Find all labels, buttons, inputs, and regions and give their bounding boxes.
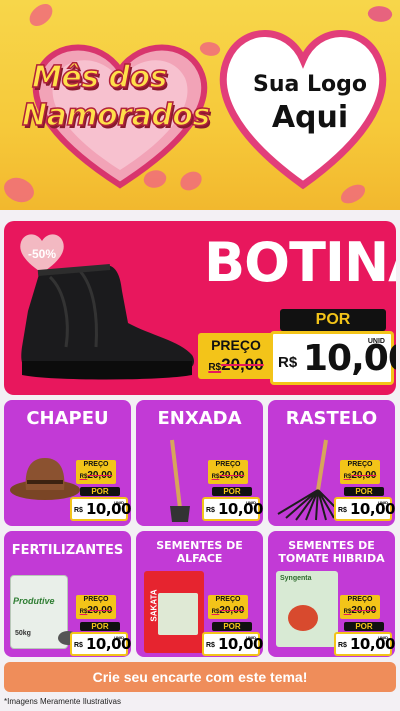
create-flyer-button[interactable]: Crie seu encarte com este tema!	[4, 662, 396, 692]
old-price-label: PREÇO	[83, 461, 109, 468]
hero-product-card[interactable]: -50% BOTINA PREÇO R$20,00 POR R$ 10,00 U…	[4, 221, 396, 395]
price-block: PREÇO R$20,00 POR R$ 10,00 UNID	[202, 595, 263, 657]
new-value: 10,00	[86, 635, 131, 653]
old-price-value: R$20,00	[340, 470, 380, 481]
old-price-label: PREÇO	[215, 461, 241, 468]
petal-decoration	[25, 0, 57, 30]
price-block: PREÇO R$20,00 POR R$ 10,00 UNID	[202, 460, 263, 522]
old-price-label: PREÇO	[211, 337, 261, 353]
unit-label: UNID	[367, 338, 385, 345]
product-title-line1: SEMENTES DE	[156, 539, 243, 552]
hero-title: BOTINA	[204, 231, 396, 294]
seed-packet-icon: Syngenta	[276, 571, 338, 647]
old-price-value: R$20,00	[76, 470, 116, 481]
logo-line2: Aqui	[271, 100, 349, 135]
new-price-box: R$ 10,00 UNID	[70, 632, 131, 656]
packet-brand: Syngenta	[280, 575, 312, 582]
new-currency: R$	[74, 642, 83, 649]
new-price-label: POR	[80, 622, 120, 631]
old-price-label: PREÇO	[215, 596, 241, 603]
old-value: 20,00	[87, 470, 113, 481]
old-price-value: R$20,00	[198, 355, 274, 375]
logo-line1: Sua Logo	[252, 72, 367, 97]
old-value: 20,00	[221, 355, 264, 374]
old-price-value: R$20,00	[76, 605, 116, 616]
header-banner: Mês dos Namorados Sua Logo Aqui	[0, 0, 400, 210]
product-card-alface[interactable]: SEMENTES DE ALFACE SAKATA PREÇO R$20,00 PO…	[136, 531, 263, 657]
hoe-icon	[170, 439, 190, 522]
bag-brand: Produtive	[13, 596, 55, 606]
new-currency: R$	[206, 642, 215, 649]
product-card-tomate[interactable]: SEMENTES DE TOMATE HIBRIDA Syngenta PREÇ…	[268, 531, 395, 657]
product-card-rastelo[interactable]: RASTELO PREÇO R$20,00 POR R$ 10,00 UNID	[268, 400, 395, 526]
product-title: FERTILIZANTES	[11, 543, 124, 558]
old-price-value: R$20,00	[340, 605, 380, 616]
packet-image	[158, 593, 198, 635]
new-price-box: R$ 10,00 UNID	[334, 497, 395, 521]
unit-label: UNID	[246, 500, 256, 505]
product-title-line2: ALFACE	[176, 552, 223, 565]
price-block: PREÇO R$20,00 POR R$ 10,00 UNID	[70, 595, 131, 657]
unit-label: UNID	[246, 635, 256, 640]
new-value: 10,00	[218, 500, 263, 518]
new-price-box: R$ 10,00 UNID	[70, 497, 131, 521]
new-currency: R$	[74, 507, 83, 514]
unit-label: UNID	[378, 500, 388, 505]
product-card-enxada[interactable]: ENXADA PREÇO R$20,00 POR R$ 10,00 UNID	[136, 400, 263, 526]
unit-label: UNID	[378, 635, 388, 640]
new-price-label: POR	[344, 622, 384, 631]
old-price-label: PREÇO	[83, 596, 109, 603]
new-price-box: R$ 10,00 UNID	[202, 632, 263, 656]
new-currency: R$	[206, 507, 215, 514]
new-value: 10,00	[350, 500, 395, 518]
new-price-label: POR	[280, 309, 386, 331]
new-price-box: R$ 10,00 UNID	[270, 331, 396, 385]
new-price-label: POR	[344, 487, 384, 496]
product-title-line2: TOMATE HIBRIDA	[278, 552, 385, 565]
header-title-line1: Mês dos	[31, 59, 168, 96]
old-value: 20,00	[351, 605, 377, 616]
new-currency: R$	[338, 507, 347, 514]
product-card-fertilizantes[interactable]: FERTILIZANTES Produtive 50kg PREÇO R$20,0…	[4, 531, 131, 657]
tomato-image	[288, 605, 318, 631]
new-value: 10,00	[86, 500, 131, 518]
new-price-label: POR	[80, 487, 120, 496]
new-price-box: R$ 10,00 UNID	[334, 632, 395, 656]
product-title: RASTELO	[285, 408, 378, 429]
price-block: PREÇO R$20,00 POR R$ 10,00 UNID	[334, 460, 395, 522]
new-value: 10,00	[350, 635, 395, 653]
product-title: ENXADA	[157, 408, 242, 429]
price-block: PREÇO R$20,00 POR R$ 10,00 UNID	[70, 460, 131, 522]
header-title-line2: Namorados	[21, 97, 211, 134]
old-price-value: R$20,00	[208, 470, 248, 481]
bag-weight: 50kg	[15, 630, 31, 637]
old-value: 20,00	[219, 605, 245, 616]
unit-label: UNID	[114, 500, 124, 505]
new-price-label: POR	[212, 622, 252, 631]
new-value: 10,00	[218, 635, 263, 653]
unit-label: UNID	[114, 635, 124, 640]
new-price-box: R$ 10,00 UNID	[202, 497, 263, 521]
old-currency: R$	[208, 362, 222, 373]
old-price-label: PREÇO	[347, 461, 373, 468]
old-value: 20,00	[219, 470, 245, 481]
seed-packet-icon: SAKATA	[144, 571, 204, 653]
old-value: 20,00	[87, 605, 113, 616]
new-price-label: POR	[212, 487, 252, 496]
new-currency: R$	[338, 642, 347, 649]
disclaimer-text: *Imagens Meramente Ilustrativas	[4, 697, 121, 706]
price-block: PREÇO R$20,00 POR R$ 10,00 UNID	[334, 595, 395, 657]
product-card-chapeu[interactable]: CHAPEU PREÇO R$20,00 POR R$ 10,00 UNID	[4, 400, 131, 526]
boot-icon	[21, 264, 194, 380]
product-title: CHAPEU	[26, 408, 109, 429]
old-value: 20,00	[351, 470, 377, 481]
old-price-label: PREÇO	[347, 596, 373, 603]
old-price-value: R$20,00	[208, 605, 248, 616]
new-currency: R$	[278, 354, 298, 371]
product-title-line1: SEMENTES DE	[288, 539, 375, 552]
